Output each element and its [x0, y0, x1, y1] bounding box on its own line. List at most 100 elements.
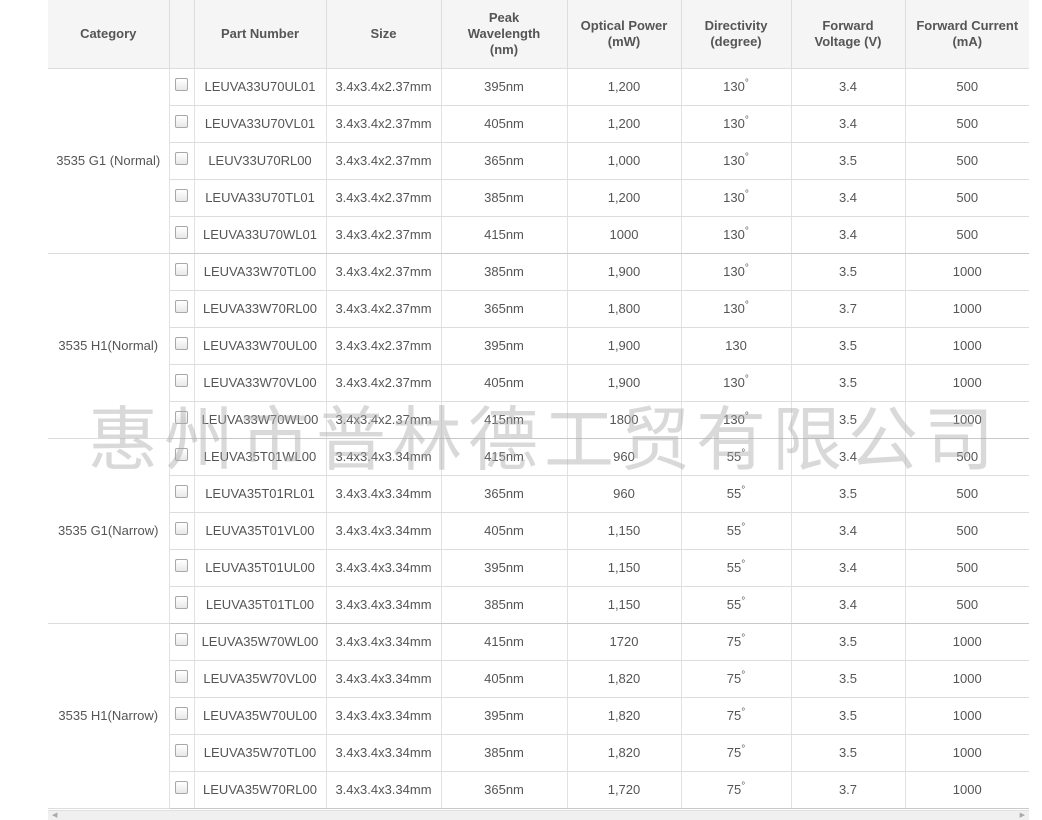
forward-voltage-cell: 3.4 [791, 586, 906, 624]
directivity-cell: 130° [681, 216, 792, 254]
degree-symbol: ° [744, 374, 749, 385]
degree-symbol: ° [741, 485, 746, 496]
optical-power-cell: 1,000 [567, 142, 682, 180]
forward-voltage-value: 3.4 [838, 190, 858, 205]
header-select [169, 0, 195, 69]
header-size: Size [326, 0, 442, 69]
forward-current-value: 1000 [952, 782, 982, 797]
optical-power-value: 1,200 [607, 190, 641, 205]
part-number-cell: LEUVA35W70VL00 [194, 660, 327, 698]
optical-power-value: 1,200 [607, 116, 641, 131]
part-number-cell: LEUVA33U70WL01 [194, 216, 327, 254]
header-optical-line2: (mW) [607, 33, 641, 49]
header-voltage-line1: Forward [822, 17, 874, 33]
row-checkbox[interactable] [175, 115, 188, 129]
size-cell: 3.4x3.4x2.37mm [326, 216, 442, 254]
select-cell [169, 290, 195, 328]
optical-power-value: 1,900 [607, 338, 641, 353]
forward-voltage-cell: 3.4 [791, 438, 906, 476]
forward-current-value: 500 [956, 190, 979, 205]
forward-current-value: 1000 [952, 412, 982, 427]
select-cell [169, 697, 195, 735]
part-number: LEUVA35W70VL00 [203, 671, 317, 686]
row-checkbox[interactable] [175, 485, 188, 499]
part-number-cell: LEUVA33W70VL00 [194, 364, 327, 402]
table-row: 3535 G1(Narrow) LEUVA35T01WL00 3.4x3.4x3.3… [48, 438, 1029, 624]
table-row: 3535 G1 (Normal) LEUVA33U70UL01 3.4x3.4x2.… [48, 68, 1029, 254]
optical-power-cell: 1,820 [567, 697, 682, 735]
directivity-value: 130 [723, 227, 745, 242]
select-cell [169, 734, 195, 772]
row-checkbox[interactable] [175, 226, 188, 240]
forward-current-value: 1000 [952, 671, 982, 686]
row-checkbox[interactable] [175, 522, 188, 536]
wavelength-cell: 385nm [441, 253, 568, 291]
part-number-cell: LEUVA33W70WL00 [194, 401, 327, 439]
size-value: 3.4x3.4x2.37mm [335, 301, 432, 316]
part-number-cell: LEUVA33W70UL00 [194, 327, 327, 365]
table-row: 3535 H1(Normal) LEUVA33W70TL00 3.4x3.4x2.3… [48, 253, 1029, 439]
forward-current-value: 1000 [952, 708, 982, 723]
optical-power-value: 1,150 [607, 560, 641, 575]
table-row: LEUVA33W70RL00 3.4x3.4x2.37mm 365nm 1,800 13… [48, 290, 1029, 328]
wavelength-cell: 415nm [441, 216, 568, 254]
wavelength-value: 405nm [484, 671, 524, 686]
degree-symbol: ° [741, 559, 746, 570]
row-checkbox[interactable] [175, 189, 188, 203]
forward-current-value: 1000 [952, 375, 982, 390]
header-peak-line1: Peak [488, 9, 520, 25]
row-checkbox[interactable] [175, 263, 188, 277]
table-row: LEUVA35W70TL00 3.4x3.4x3.34mm 385nm 1,820 75… [48, 734, 1029, 772]
select-cell [169, 179, 195, 217]
forward-voltage-value: 3.4 [838, 227, 858, 242]
optical-power-cell: 1,800 [567, 290, 682, 328]
size-cell: 3.4x3.4x3.34mm [326, 734, 442, 772]
row-checkbox[interactable] [175, 744, 188, 758]
row-checkbox[interactable] [175, 411, 188, 425]
optical-power-cell: 1720 [567, 623, 682, 661]
degree-symbol: ° [744, 300, 749, 311]
forward-current-cell: 500 [905, 475, 1029, 513]
forward-voltage-cell: 3.5 [791, 327, 906, 365]
row-checkbox[interactable] [175, 596, 188, 610]
size-cell: 3.4x3.4x2.37mm [326, 364, 442, 402]
optical-power-value: 960 [613, 449, 635, 464]
size-value: 3.4x3.4x2.37mm [335, 227, 432, 242]
header-category-label: Category [80, 25, 137, 41]
size-cell: 3.4x3.4x2.37mm [326, 253, 442, 291]
forward-current-cell: 1000 [905, 697, 1029, 735]
degree-symbol: ° [741, 596, 746, 607]
size-value: 3.4x3.4x3.34mm [335, 486, 432, 501]
forward-voltage-cell: 3.5 [791, 734, 906, 772]
part-number: LEUVA35T01RL01 [205, 486, 315, 501]
table-row: LEUVA35T01VL00 3.4x3.4x3.34mm 405nm 1,150 55… [48, 512, 1029, 550]
wavelength-cell: 365nm [441, 290, 568, 328]
directivity-value: 55 [726, 597, 742, 612]
row-checkbox[interactable] [175, 781, 188, 795]
directivity-cell: 75° [681, 660, 792, 698]
size-cell: 3.4x3.4x2.37mm [326, 179, 442, 217]
row-checkbox[interactable] [175, 559, 188, 573]
header-directivity-line2: (degree) [710, 33, 762, 49]
row-checkbox[interactable] [175, 670, 188, 684]
directivity-cell: 75° [681, 771, 792, 809]
optical-power-value: 1,820 [607, 745, 641, 760]
wavelength-cell: 415nm [441, 623, 568, 661]
row-checkbox[interactable] [175, 300, 188, 314]
row-checkbox[interactable] [175, 374, 188, 388]
select-cell [169, 475, 195, 513]
part-number-cell: LEUVA35W70UL00 [194, 697, 327, 735]
row-checkbox[interactable] [175, 152, 188, 166]
row-checkbox[interactable] [175, 448, 188, 462]
row-checkbox[interactable] [175, 707, 188, 721]
select-cell [169, 68, 195, 106]
optical-power-cell: 1,820 [567, 734, 682, 772]
optical-power-cell: 960 [567, 438, 682, 476]
part-number: LEUVA35W70RL00 [203, 782, 317, 797]
size-value: 3.4x3.4x3.34mm [335, 745, 432, 760]
row-checkbox[interactable] [175, 78, 188, 92]
row-checkbox[interactable] [175, 633, 188, 647]
row-checkbox[interactable] [175, 337, 188, 351]
wavelength-cell: 405nm [441, 364, 568, 402]
header-part-number-label: Part Number [220, 25, 300, 41]
